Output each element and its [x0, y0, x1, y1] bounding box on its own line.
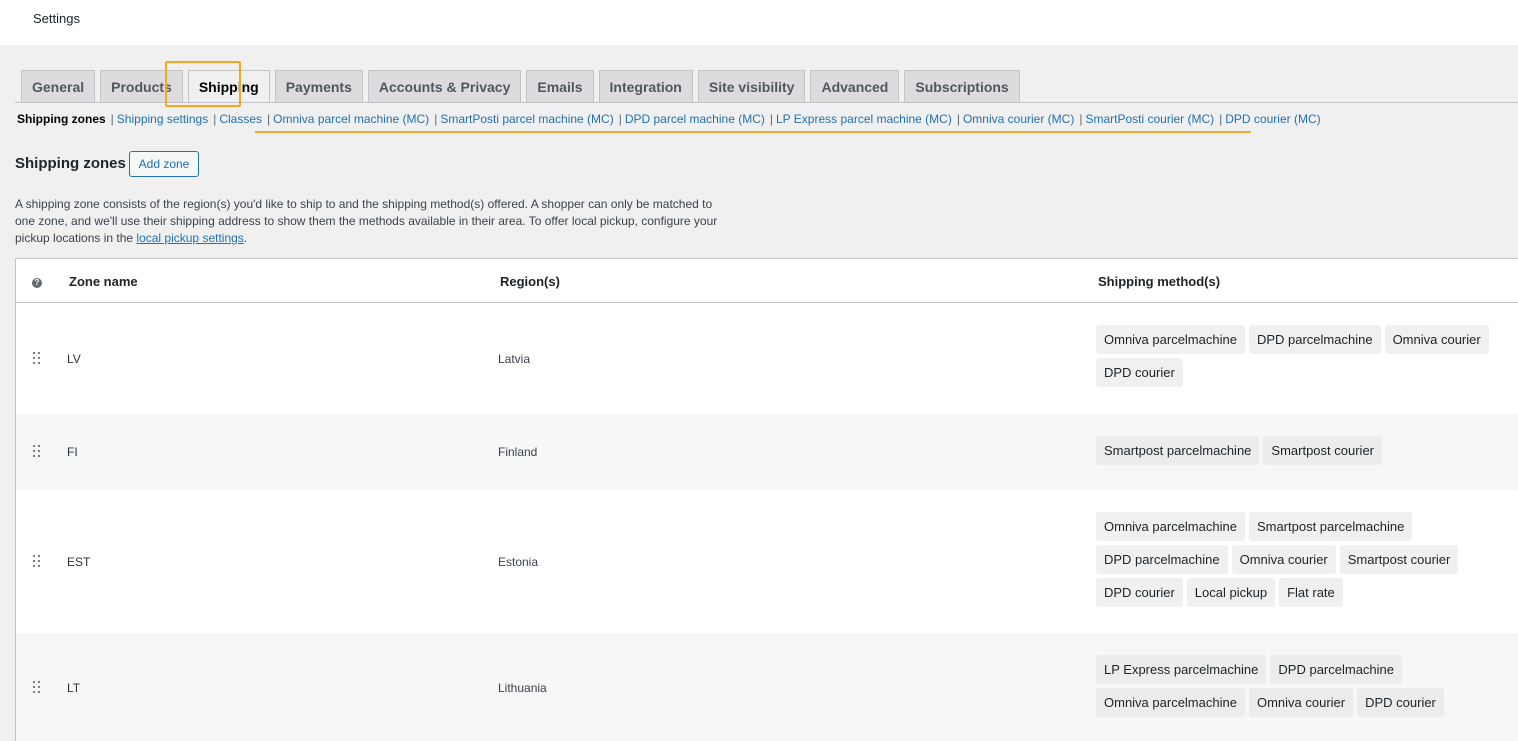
- shipping-zones-table: ? Zone name Region(s) Shipping method(s)…: [15, 258, 1518, 741]
- tab-integration[interactable]: Integration: [598, 70, 693, 103]
- section-link-omniva-parcel-machine[interactable]: Omniva parcel machine (MC): [273, 112, 429, 126]
- tab-advanced[interactable]: Advanced: [810, 70, 900, 103]
- tab-products[interactable]: Products: [100, 70, 183, 103]
- separator: |: [769, 112, 773, 126]
- zone-region: Lithuania: [498, 681, 547, 695]
- tab-accounts-privacy[interactable]: Accounts & Privacy: [367, 70, 522, 103]
- section-heading: Shipping zones: [15, 155, 126, 172]
- method-chip: DPD courier: [1357, 688, 1444, 717]
- section-link-classes[interactable]: Classes: [219, 112, 262, 126]
- section-link-smartposti-parcel-machine[interactable]: SmartPosti parcel machine (MC): [440, 112, 613, 126]
- tab-emails[interactable]: Emails: [526, 70, 594, 103]
- zone-methods: Smartpost parcelmachine Smartpost courie…: [1096, 436, 1496, 469]
- section-link-lp-express-parcel-machine[interactable]: LP Express parcel machine (MC): [776, 112, 952, 126]
- separator: |: [618, 112, 622, 126]
- table-header: ? Zone name Region(s) Shipping method(s): [16, 259, 1518, 303]
- zone-name[interactable]: LV: [67, 352, 81, 366]
- section-link-shipping-settings[interactable]: Shipping settings: [117, 112, 208, 126]
- description-text: A shipping zone consists of the region(s…: [15, 197, 718, 245]
- method-chip: Smartpost courier: [1263, 436, 1382, 465]
- zone-name[interactable]: LT: [67, 681, 80, 695]
- drag-handle-icon[interactable]: [33, 555, 43, 569]
- separator: |: [1079, 112, 1083, 126]
- top-bar: Settings: [0, 0, 1518, 45]
- help-icon[interactable]: ?: [32, 278, 42, 288]
- section-link-smartposti-courier[interactable]: SmartPosti courier (MC): [1085, 112, 1214, 126]
- section-link-dpd-parcel-machine[interactable]: DPD parcel machine (MC): [625, 112, 765, 126]
- tab-site-visibility[interactable]: Site visibility: [697, 70, 806, 103]
- zone-name[interactable]: FI: [67, 445, 78, 459]
- drag-handle-icon[interactable]: [33, 445, 43, 459]
- section-link-dpd-courier[interactable]: DPD courier (MC): [1225, 112, 1320, 126]
- table-row[interactable]: LT Lithuania LP Express parcelmachine DP…: [16, 633, 1518, 741]
- method-chip: Smartpost parcelmachine: [1096, 436, 1260, 465]
- zone-methods: Omniva parcelmachine Smartpost parcelmac…: [1096, 512, 1496, 611]
- drag-handle-icon[interactable]: [33, 681, 43, 695]
- settings-tabs: General Products Shipping Payments Accou…: [21, 70, 1025, 103]
- method-chip: LP Express parcelmachine: [1096, 655, 1267, 684]
- tabs-divider: [15, 102, 1518, 103]
- method-chip: DPD parcelmachine: [1248, 325, 1381, 354]
- highlight-underline-mc-links: [255, 131, 1251, 133]
- method-chip: Omniva parcelmachine: [1096, 512, 1245, 541]
- local-pickup-settings-link[interactable]: local pickup settings: [136, 231, 243, 245]
- method-chip: Omniva courier: [1231, 545, 1336, 574]
- method-chip: Omniva parcelmachine: [1096, 688, 1245, 717]
- zone-region: Finland: [498, 445, 538, 459]
- table-row[interactable]: FI Finland Smartpost parcelmachine Smart…: [16, 414, 1518, 490]
- zones-description: A shipping zone consists of the region(s…: [15, 196, 735, 247]
- tab-subscriptions[interactable]: Subscriptions: [904, 70, 1020, 103]
- method-chip: Omniva parcelmachine: [1096, 325, 1245, 354]
- tab-general[interactable]: General: [21, 70, 96, 103]
- method-chip: DPD parcelmachine: [1270, 655, 1403, 684]
- separator: |: [267, 112, 271, 126]
- column-regions: Region(s): [500, 274, 560, 289]
- section-link-omniva-courier[interactable]: Omniva courier (MC): [963, 112, 1074, 126]
- column-shipping-methods: Shipping method(s): [1098, 274, 1221, 289]
- zone-region: Estonia: [498, 555, 539, 569]
- zone-methods: LP Express parcelmachine DPD parcelmachi…: [1096, 655, 1496, 721]
- zone-name[interactable]: EST: [67, 555, 90, 569]
- table-row[interactable]: LV Latvia Omniva parcelmachine DPD parce…: [16, 303, 1518, 414]
- description-end: .: [243, 231, 248, 245]
- method-chip: Smartpost parcelmachine: [1248, 512, 1413, 541]
- drag-handle-icon[interactable]: [33, 352, 43, 366]
- separator: |: [213, 112, 217, 126]
- method-chip: Local pickup: [1186, 578, 1276, 607]
- separator: |: [1219, 112, 1223, 126]
- table-row[interactable]: EST Estonia Omniva parcelmachine Smartpo…: [16, 490, 1518, 633]
- page-title: Settings: [33, 11, 80, 26]
- tab-payments[interactable]: Payments: [274, 70, 363, 103]
- method-chip: Omniva courier: [1248, 688, 1354, 717]
- section-current-shipping-zones: Shipping zones: [17, 112, 106, 126]
- separator: |: [434, 112, 438, 126]
- method-chip: Omniva courier: [1384, 325, 1489, 354]
- separator: |: [956, 112, 960, 126]
- add-zone-button[interactable]: Add zone: [129, 151, 199, 177]
- section-links: Shipping zones | Shipping settings | Cla…: [17, 112, 1321, 126]
- column-zone-name: Zone name: [69, 274, 138, 289]
- method-chip: DPD courier: [1096, 578, 1183, 607]
- method-chip: DPD courier: [1096, 358, 1183, 387]
- method-chip: Flat rate: [1279, 578, 1343, 607]
- separator: |: [110, 112, 114, 126]
- method-chip: DPD parcelmachine: [1096, 545, 1228, 574]
- method-chip: Smartpost courier: [1339, 545, 1459, 574]
- zone-region: Latvia: [498, 352, 531, 366]
- zone-methods: Omniva parcelmachine DPD parcelmachine O…: [1096, 325, 1496, 391]
- tab-shipping[interactable]: Shipping: [187, 70, 270, 103]
